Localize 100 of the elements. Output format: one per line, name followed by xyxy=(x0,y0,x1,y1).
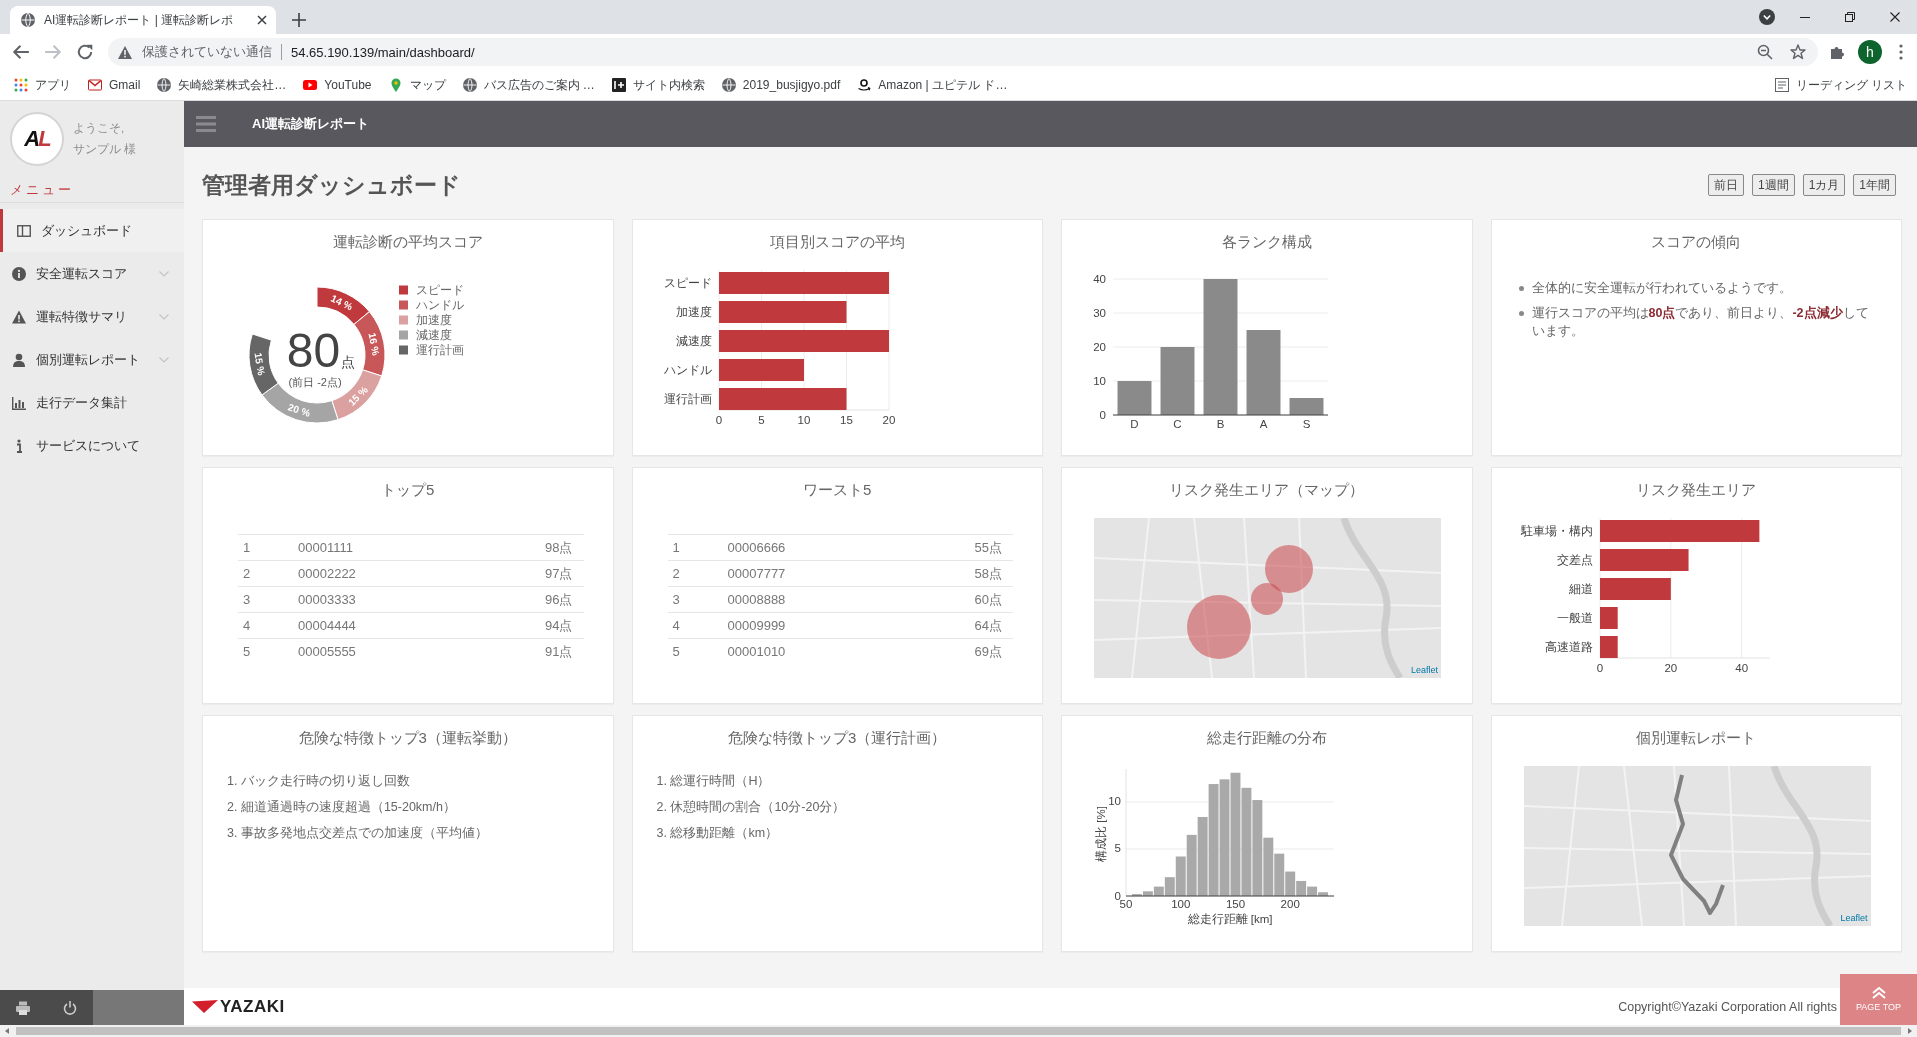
table-cell-text: 91点 xyxy=(545,642,574,661)
category-label: S xyxy=(1302,418,1311,430)
legend-label: 減速度 xyxy=(416,329,452,341)
category-label: 交差点 xyxy=(1556,554,1593,566)
table-cell-text: 98点 xyxy=(545,538,574,557)
card-title: リスク発生エリア xyxy=(1636,480,1757,500)
tick-label: 150 xyxy=(1225,898,1246,910)
tick-label: 30 xyxy=(1093,306,1106,319)
table-cell-text: 69点 xyxy=(974,642,1003,661)
page-title: 管理者用ダッシュボード xyxy=(202,170,461,200)
table-cell-text: 60点 xyxy=(974,590,1003,609)
tick-label: 10 xyxy=(1108,795,1121,808)
tick-label: 5 xyxy=(1114,842,1121,855)
logo: AL xyxy=(10,112,64,166)
table-cell-text: 64点 xyxy=(974,616,1003,635)
category-label: 加速度 xyxy=(675,306,712,318)
tick-label: 40 xyxy=(1734,662,1748,674)
table-cell: 00001111 xyxy=(298,540,353,555)
category-label: C xyxy=(1173,418,1182,430)
table-cell-text: 58点 xyxy=(974,564,1003,583)
table-cell-text: 4 xyxy=(671,618,680,633)
category-label: 減速度 xyxy=(675,335,712,347)
legend-label: 運行計画 xyxy=(416,344,464,356)
tick-label: 0 xyxy=(1596,662,1603,674)
table-cell-text: 5 xyxy=(671,644,680,659)
table-cell-text: 3 xyxy=(242,592,251,607)
welcome-text: ようこそ, xyxy=(73,122,126,135)
tick-label: 15 xyxy=(839,414,853,426)
table-cell-text: 96点 xyxy=(545,590,574,609)
category-label: スピード xyxy=(663,277,712,289)
category-label: A xyxy=(1259,418,1268,430)
legend-label: スピード xyxy=(416,284,464,296)
value-label: 15 % xyxy=(346,384,370,408)
tick-label: 0 xyxy=(1099,408,1106,421)
table-cell: 00005555 xyxy=(298,644,356,659)
card-title: スコアの傾向 xyxy=(1651,232,1742,252)
app-title: AI運転診断レポート xyxy=(252,115,369,133)
card-title: リスク発生エリア（マップ） xyxy=(1169,480,1365,500)
table-cell-text: 97点 xyxy=(545,564,574,583)
list-item: 1. 総運行時間（H） xyxy=(656,773,771,790)
tick-label: 20 xyxy=(1663,662,1677,674)
list-item: 3. 総移動距離（km） xyxy=(656,825,779,842)
table-cell-text: 5 xyxy=(242,644,251,659)
legend-label: ハンドル xyxy=(416,299,464,311)
tick-label: 20 xyxy=(1093,340,1106,353)
table-cell-text: 1 xyxy=(671,540,680,555)
legend-label: 加速度 xyxy=(416,314,452,326)
table-cell: 00009999 xyxy=(727,618,786,633)
url-text: 54.65.190.139/main/dashboard/ xyxy=(291,44,475,60)
card-title: 各ランク構成 xyxy=(1221,232,1312,252)
axis-title: 構成比 [%] xyxy=(1095,806,1107,862)
tick-label: 200 xyxy=(1280,898,1300,910)
card-title: トップ5 xyxy=(381,480,435,500)
table-cell: 00006666 xyxy=(727,540,786,555)
card-title: 危険な特徴トップ3（運行計画） xyxy=(728,728,947,748)
list-item: 3. 事故多発地点交差点での加速度（平均値） xyxy=(227,825,488,842)
brand-name: YAZAKI xyxy=(220,996,285,1017)
category-label: D xyxy=(1130,418,1139,430)
category-label: ハンドル xyxy=(663,364,712,376)
category-label: B xyxy=(1216,418,1225,430)
value-label: 15 % xyxy=(252,351,267,377)
user-name: サンプル 様 xyxy=(73,143,137,156)
card-title: 総走行距離の分布 xyxy=(1206,728,1327,748)
table-cell: 00003333 xyxy=(298,592,356,607)
card-title: ワースト5 xyxy=(803,480,872,500)
score-value: 80 点 xyxy=(286,324,356,377)
score-change: (前日 -2点) xyxy=(288,376,342,388)
copyright-text: Copyright©Yazaki Corporation All rights xyxy=(1618,999,1837,1014)
table-cell-text: 94点 xyxy=(545,616,574,635)
card-title: 項目別スコアの平均 xyxy=(769,232,905,252)
tick-label: 100 xyxy=(1171,898,1191,910)
list-item: 1. バック走行時の切り返し回数 xyxy=(227,773,410,790)
tick-label: 5 xyxy=(757,414,765,426)
menu-heading: メニュー xyxy=(10,180,74,199)
table-cell: 00008888 xyxy=(727,592,786,607)
table-cell-text: 1 xyxy=(242,540,251,555)
tick-label: 0 xyxy=(715,414,722,426)
category-label: 駐車場・構内 xyxy=(1520,525,1593,537)
table-cell-text: 2 xyxy=(671,566,680,581)
table-cell: 00004444 xyxy=(298,618,356,633)
table-cell: 00001010 xyxy=(727,644,786,659)
tick-label: 40 xyxy=(1093,272,1106,285)
category-label: 運行計画 xyxy=(663,393,712,405)
value-label: 14 % xyxy=(329,292,355,313)
value-label: 16 % xyxy=(366,331,382,357)
table-cell: 00002222 xyxy=(298,566,356,581)
list-item: 2. 細道通過時の速度超過（15-20km/h） xyxy=(227,799,456,816)
tick-label: 10 xyxy=(1093,374,1106,387)
table-cell: 00007777 xyxy=(727,566,786,581)
category-label: 一般道 xyxy=(1556,612,1593,624)
table-cell-text: 2 xyxy=(242,566,251,581)
card-title: 危険な特徴トップ3（運転挙動） xyxy=(298,728,517,748)
value-label: 20 % xyxy=(286,401,312,419)
list-item: 2. 休憩時間の割合（10分-20分） xyxy=(656,799,846,816)
tick-label: 20 xyxy=(882,414,895,426)
table-cell-text: 55点 xyxy=(974,538,1003,557)
card-title: 個別運転レポート xyxy=(1636,728,1757,748)
axis-title: 総走行距離 [km] xyxy=(1187,913,1273,925)
tick-label: 50 xyxy=(1119,898,1133,910)
category-label: 細道 xyxy=(1568,583,1593,595)
